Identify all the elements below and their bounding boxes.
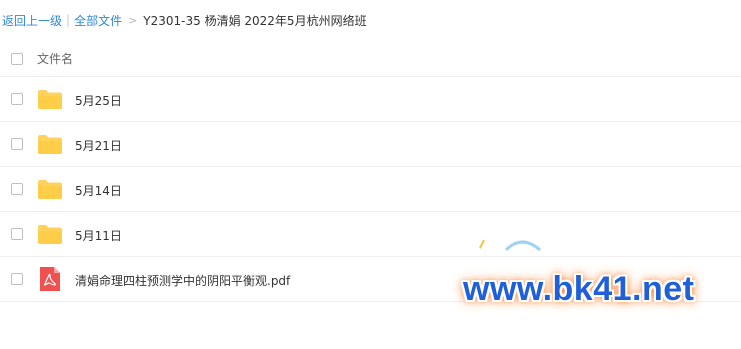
file-row[interactable]: 5月25日 (0, 77, 741, 122)
folder-icon (38, 225, 62, 244)
row-checkbox[interactable] (11, 138, 23, 150)
folder-icon (38, 180, 62, 199)
row-checkbox[interactable] (11, 228, 23, 240)
file-name[interactable]: 5月11日 (75, 227, 122, 244)
back-link[interactable]: 返回上一级 (2, 12, 62, 29)
breadcrumb: 返回上一级 | 全部文件 > Y2301-35 杨清娟 2022年5月杭州网络班 (2, 10, 367, 30)
row-checkbox[interactable] (11, 183, 23, 195)
filename-column-header: 文件名 (37, 52, 74, 66)
file-row[interactable]: 5月21日 (0, 122, 741, 167)
file-name[interactable]: 5月14日 (75, 182, 122, 199)
file-list: 文件名 5月25日 5月21日 5月14日 5月11日 清娟命理四柱预测学中的阴… (0, 38, 741, 302)
file-name[interactable]: 5月21日 (75, 137, 122, 154)
watermark-text: www.bk41.net (463, 270, 695, 308)
all-files-link[interactable]: 全部文件 (74, 12, 122, 29)
folder-icon (38, 135, 62, 154)
file-row[interactable]: 5月11日 (0, 212, 741, 257)
file-name[interactable]: 清娟命理四柱预测学中的阴阳平衡观.pdf (75, 272, 290, 289)
file-list-header: 文件名 (0, 38, 741, 77)
pdf-icon (40, 267, 60, 291)
file-row[interactable]: 5月14日 (0, 167, 741, 212)
row-checkbox[interactable] (11, 273, 23, 285)
row-checkbox[interactable] (11, 93, 23, 105)
folder-icon (38, 90, 62, 109)
file-name[interactable]: 5月25日 (75, 92, 122, 109)
current-folder-title: Y2301-35 杨清娟 2022年5月杭州网络班 (143, 13, 367, 28)
watermark-decoration (479, 239, 541, 252)
select-all-checkbox[interactable] (11, 53, 23, 65)
breadcrumb-arrow: > (128, 13, 138, 27)
breadcrumb-separator: | (66, 13, 71, 27)
